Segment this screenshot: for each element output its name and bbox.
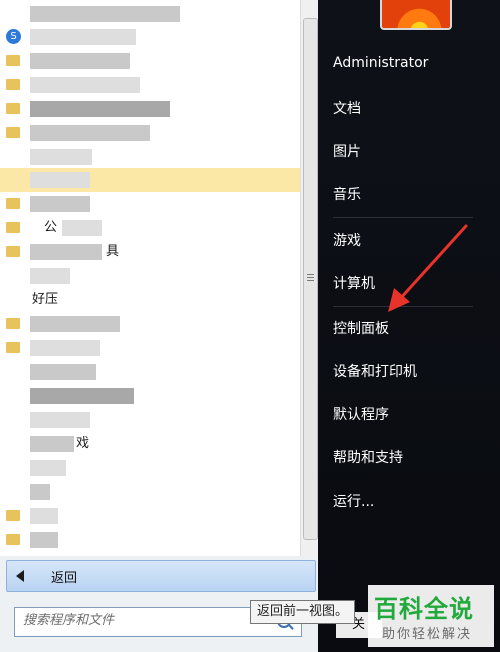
list-item[interactable]: 公 xyxy=(0,216,300,240)
blurred-label xyxy=(30,460,66,476)
run-link[interactable]: 运行... xyxy=(333,491,374,511)
folder-icon xyxy=(6,246,20,257)
list-item[interactable] xyxy=(0,49,300,73)
list-item[interactable]: 戏 xyxy=(0,432,300,456)
scrollbar-thumb[interactable] xyxy=(303,18,318,540)
menu-divider xyxy=(333,217,473,218)
watermark-title: 百科全说 xyxy=(374,595,474,623)
blurred-label xyxy=(30,53,130,69)
start-menu-right-pane: Administrator 文档 图片 音乐 游戏 计算机 控制面板 设备和打印… xyxy=(318,0,500,652)
list-item[interactable] xyxy=(0,145,300,169)
search-input[interactable] xyxy=(23,613,263,628)
blurred-label xyxy=(30,364,96,380)
programs-scrollbar[interactable] xyxy=(300,0,319,556)
folder-icon xyxy=(6,55,20,66)
blurred-label xyxy=(30,484,50,500)
list-item[interactable] xyxy=(0,384,300,408)
list-item[interactable]: 好压 xyxy=(0,288,300,312)
blurred-label xyxy=(30,125,150,141)
list-item[interactable] xyxy=(0,73,300,97)
folder-icon xyxy=(6,318,20,329)
list-item[interactable] xyxy=(0,504,300,528)
pictures-link[interactable]: 图片 xyxy=(333,141,361,161)
back-button[interactable]: 返回 xyxy=(6,560,316,592)
user-avatar[interactable] xyxy=(380,0,452,30)
blurred-label xyxy=(62,220,102,236)
program-label: 公 xyxy=(44,220,58,235)
help-support-link[interactable]: 帮助和支持 xyxy=(333,447,403,467)
blurred-label xyxy=(30,412,90,428)
list-item[interactable] xyxy=(0,121,300,145)
list-item[interactable] xyxy=(0,312,300,336)
blurred-label xyxy=(30,316,120,332)
blurred-label xyxy=(30,532,58,548)
list-item[interactable] xyxy=(0,192,300,216)
blurred-label xyxy=(30,196,90,212)
grip-icon xyxy=(307,274,314,282)
blurred-label xyxy=(30,268,70,284)
blurred-label xyxy=(30,29,136,45)
list-item[interactable] xyxy=(0,2,300,26)
list-item[interactable] xyxy=(0,408,300,432)
blurred-label xyxy=(30,340,100,356)
back-arrow-icon xyxy=(16,570,24,582)
blurred-label xyxy=(30,508,58,524)
blurred-label xyxy=(30,244,102,260)
blurred-label xyxy=(30,436,74,452)
folder-icon xyxy=(6,510,20,521)
all-programs-list: S 公 具 好压 戏 xyxy=(0,0,300,556)
blurred-label xyxy=(30,6,180,22)
program-label: 具 xyxy=(106,244,120,259)
computer-link[interactable]: 计算机 xyxy=(333,273,375,293)
list-item[interactable] xyxy=(0,480,300,504)
folder-icon xyxy=(6,222,20,233)
list-item[interactable] xyxy=(0,360,300,384)
folder-icon xyxy=(6,127,20,138)
program-label: 好压 xyxy=(32,292,59,307)
watermark-logo: 百科全说 助你轻松解决 xyxy=(368,585,494,647)
folder-icon xyxy=(6,534,20,545)
blurred-label xyxy=(30,388,134,404)
back-tooltip: 返回前一视图。 xyxy=(250,600,356,624)
blurred-label xyxy=(30,77,140,93)
list-item[interactable] xyxy=(0,528,300,552)
devices-printers-link[interactable]: 设备和打印机 xyxy=(333,361,417,381)
sogou-icon: S xyxy=(6,29,21,44)
control-panel-link[interactable]: 控制面板 xyxy=(333,318,389,338)
list-item[interactable] xyxy=(0,264,300,288)
start-menu-left-pane: S 公 具 好压 戏 返回 搜索程序和文件 xyxy=(0,0,319,652)
music-link[interactable]: 音乐 xyxy=(333,184,361,204)
menu-divider xyxy=(333,306,473,307)
default-programs-link[interactable]: 默认程序 xyxy=(333,404,389,424)
blurred-label xyxy=(30,101,170,117)
folder-icon xyxy=(6,79,20,90)
games-link[interactable]: 游戏 xyxy=(333,230,361,250)
user-name-link[interactable]: Administrator xyxy=(333,55,428,71)
documents-link[interactable]: 文档 xyxy=(333,98,361,118)
folder-icon xyxy=(6,103,20,114)
list-item[interactable] xyxy=(0,456,300,480)
list-item[interactable] xyxy=(0,97,300,121)
folder-icon xyxy=(6,198,20,209)
program-label: 戏 xyxy=(76,436,90,451)
blurred-label xyxy=(30,149,92,165)
watermark-subtitle: 助你轻松解决 xyxy=(382,627,473,642)
list-item-highlighted[interactable] xyxy=(0,168,300,192)
blurred-label xyxy=(30,172,90,188)
list-item[interactable]: 具 xyxy=(0,240,300,264)
list-item[interactable]: S xyxy=(0,25,300,49)
folder-icon xyxy=(6,342,20,353)
back-label: 返回 xyxy=(51,571,78,586)
list-item[interactable] xyxy=(0,336,300,360)
